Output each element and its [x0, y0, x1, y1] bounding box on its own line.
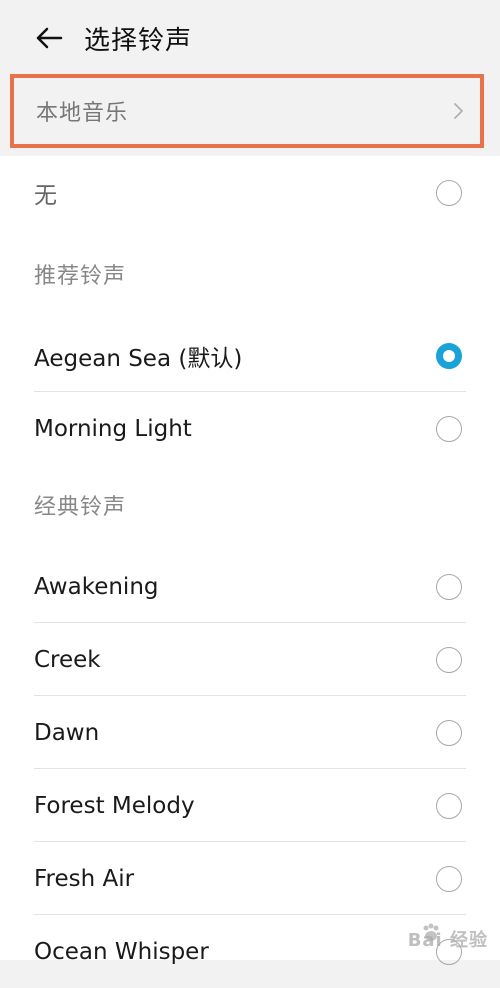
radio-button[interactable]: [436, 573, 462, 600]
radio-button-selected[interactable]: [436, 342, 462, 369]
radio-button[interactable]: [436, 179, 462, 206]
list-item[interactable]: Forest Melody: [0, 769, 500, 842]
list-item[interactable]: Fresh Air: [0, 842, 500, 915]
option-label: Morning Light: [34, 415, 192, 442]
section-header: 经典铃声: [34, 495, 127, 520]
radio-button[interactable]: [436, 865, 462, 892]
option-label: Fresh Air: [34, 865, 135, 892]
list-item[interactable]: Awakening: [0, 550, 500, 623]
chevron-right-icon: [452, 101, 466, 121]
watermark: Bai 经验: [407, 930, 488, 951]
radio-button[interactable]: [436, 792, 462, 819]
radio-button[interactable]: [436, 719, 462, 746]
option-label: Creek: [34, 646, 101, 673]
local-music-label: 本地音乐: [36, 101, 129, 126]
list-item[interactable]: Aegean Sea (默认): [0, 319, 500, 392]
arrow-left-icon[interactable]: [34, 23, 64, 53]
option-label: Ocean Whisper: [34, 938, 209, 965]
list-item[interactable]: Morning Light: [0, 392, 500, 465]
radio-button[interactable]: [436, 415, 462, 442]
radio-button[interactable]: [436, 646, 462, 673]
option-label: Aegean Sea (默认): [34, 345, 243, 372]
list-item[interactable]: Creek: [0, 623, 500, 696]
option-label: Forest Melody: [34, 792, 195, 819]
page-title: 选择铃声: [84, 25, 193, 56]
recommended-section: 推荐铃声 Aegean Sea (默认) Morning Light: [0, 229, 500, 465]
option-label: 无: [34, 182, 57, 209]
list-item[interactable]: Dawn: [0, 696, 500, 769]
option-label: Dawn: [34, 719, 100, 746]
section-header: 推荐铃声: [34, 264, 127, 289]
app-header: 选择铃声: [0, 0, 500, 76]
ringtone-option-none[interactable]: 无: [0, 156, 500, 229]
classic-section: 经典铃声 Awakening Creek Dawn Forest Melody …: [0, 460, 500, 965]
option-label: Awakening: [34, 573, 159, 600]
none-option-card: 无: [0, 156, 500, 229]
local-music-row[interactable]: 本地音乐: [10, 74, 484, 148]
